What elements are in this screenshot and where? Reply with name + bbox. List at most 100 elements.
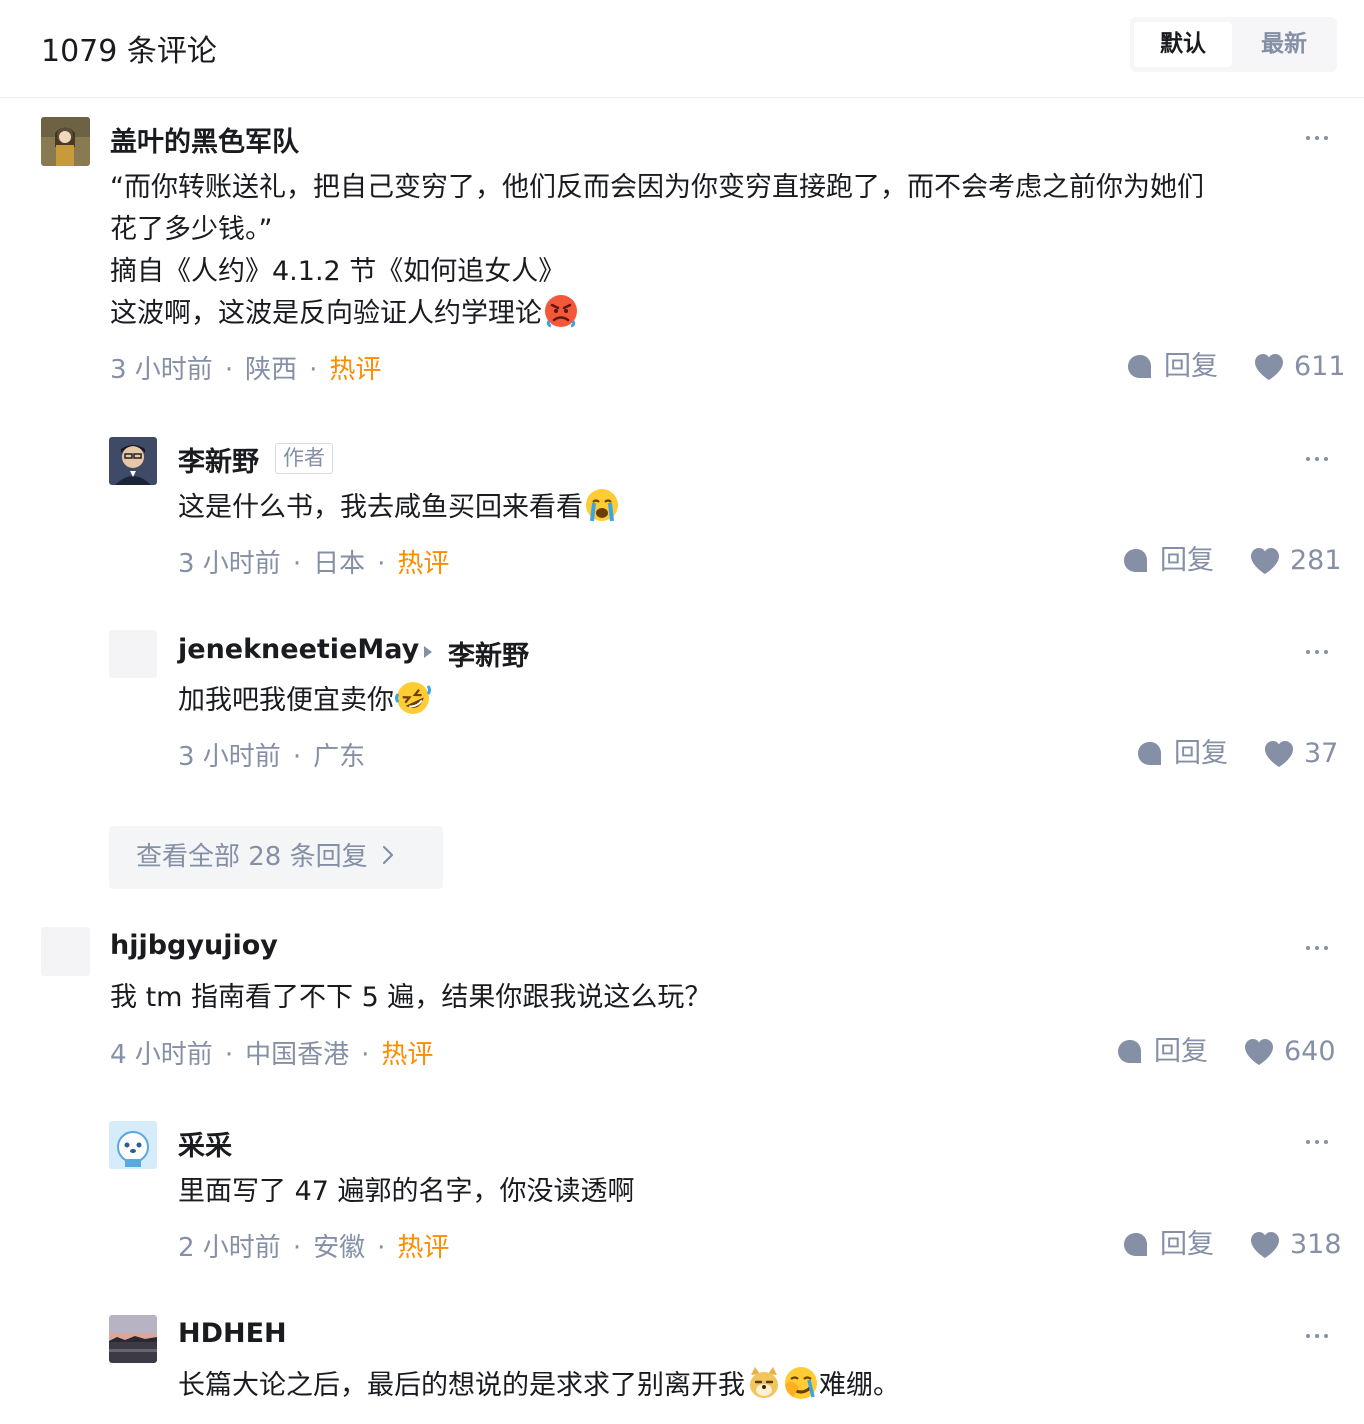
comment-bubble-icon: [1138, 742, 1161, 765]
comment-line: 花了多少钱。”: [110, 214, 273, 245]
comment-line: 这波啊，这波是反向验证人约学理论: [110, 293, 1340, 335]
comment-line: “而你转账送礼，把自己变穷了，他们反而会因为你变穷直接跑了，而不会考虑之前你为她…: [110, 172, 1204, 203]
rofl-emoji: [395, 680, 431, 716]
comment-location: 广东: [313, 742, 366, 772]
reply-button[interactable]: 回复: [1136, 737, 1228, 771]
heart-icon: [1245, 1039, 1273, 1065]
reply-label: 回复: [1164, 351, 1218, 382]
like-button[interactable]: 611: [1254, 350, 1346, 384]
like-count: 318: [1290, 1229, 1342, 1260]
reply-label: 回复: [1154, 1036, 1208, 1067]
hot-comment-badge: 热评: [381, 1040, 434, 1070]
comment-author[interactable]: jeneknee​tieMay: [178, 634, 419, 665]
comment-text: 里面写了 47 遍郭的名字，你没读透啊: [178, 1176, 635, 1207]
avatar[interactable]: [41, 927, 90, 976]
view-all-replies-button[interactable]: 查看全部 28 条回复: [109, 826, 443, 889]
comment-text-tail: 难绷。: [819, 1370, 900, 1401]
avatar[interactable]: [109, 1315, 157, 1363]
heart-icon: [1265, 741, 1293, 767]
comment-meta: 2 小时前 · 安徽 · 热评: [178, 1233, 450, 1263]
comment-meta: 3 小时前 · 广东: [178, 742, 366, 772]
like-button[interactable]: 640: [1244, 1035, 1336, 1069]
more-icon[interactable]: [1306, 136, 1330, 142]
angry-face-emoji: [543, 293, 579, 329]
comment-content: “而你转账送礼，把自己变穷了，他们反而会因为你变穷直接跑了，而不会考虑之前你为她…: [110, 167, 1340, 335]
comment-time: 3 小时前: [110, 355, 213, 385]
comment-author[interactable]: HDHEH: [178, 1318, 287, 1349]
comment-location: 陕西: [245, 355, 298, 385]
reply-button[interactable]: 回复: [1126, 350, 1218, 384]
comment-time: 3 小时前: [178, 549, 281, 579]
comment-location: 日本: [313, 549, 366, 579]
sort-default-button[interactable]: 默认: [1134, 22, 1232, 67]
like-button[interactable]: 37: [1264, 737, 1338, 771]
comment-location: 安徽: [313, 1233, 366, 1263]
reply-button[interactable]: 回复: [1116, 1035, 1208, 1069]
comment-content: 长篇大论之后，最后的想说的是求求了别离开我 难绷。: [178, 1365, 900, 1407]
comment-content: 这是什么书，我去咸鱼买回来看看: [178, 487, 620, 529]
sort-latest-button[interactable]: 最新: [1235, 22, 1333, 67]
crying-face-emoji: [584, 487, 620, 523]
comment-text: 这是什么书，我去咸鱼买回来看看: [178, 492, 583, 523]
like-button[interactable]: 318: [1250, 1228, 1342, 1262]
comment-line-text: 这波啊，这波是反向验证人约学理论: [110, 298, 542, 329]
view-all-replies-label: 查看全部 28 条回复: [136, 842, 368, 872]
heart-icon: [1251, 548, 1279, 574]
facepalm-cry-emoji: [783, 1365, 819, 1401]
comment-time: 4 小时前: [110, 1040, 213, 1070]
chevron-right-icon: [382, 826, 394, 889]
comment-text: 加我吧我便宜卖你: [178, 685, 394, 716]
more-icon[interactable]: [1306, 650, 1330, 656]
hot-comment-badge: 热评: [397, 1233, 450, 1263]
doge-emoji: [746, 1365, 782, 1401]
reply-button[interactable]: 回复: [1122, 544, 1214, 578]
comment-content: 里面写了 47 遍郭的名字，你没读透啊: [178, 1171, 635, 1213]
hot-comment-badge: 热评: [397, 549, 450, 579]
comment-text: 我 tm 指南看了不下 5 遍，结果你跟我说这么玩？: [110, 982, 712, 1013]
like-count: 611: [1294, 351, 1346, 382]
comment-author[interactable]: 盖叶的黑色军队: [110, 120, 299, 159]
comment-bubble-icon: [1128, 355, 1151, 378]
reply-label: 回复: [1160, 545, 1214, 576]
avatar[interactable]: [109, 1121, 157, 1169]
comment-count-title: 1079 条评论: [41, 34, 217, 69]
comment-meta: 3 小时前 · 陕西 · 热评: [110, 355, 382, 385]
comment-author[interactable]: 采采: [178, 1124, 232, 1163]
more-icon[interactable]: [1306, 457, 1330, 463]
sort-toggle: 默认 最新: [1130, 17, 1337, 72]
comment-bubble-icon: [1124, 1233, 1147, 1256]
comments-header: 1079 条评论 默认 最新: [0, 0, 1364, 98]
comment-content: 我 tm 指南看了不下 5 遍，结果你跟我说这么玩？: [110, 977, 711, 1019]
hot-comment-badge: 热评: [329, 355, 382, 385]
more-icon[interactable]: [1306, 1334, 1330, 1340]
avatar[interactable]: [109, 630, 157, 678]
comment-meta: 3 小时前 · 日本 · 热评: [178, 549, 450, 579]
comment-location: 中国香港: [245, 1040, 350, 1070]
like-count: 37: [1304, 738, 1339, 769]
avatar[interactable]: [41, 117, 90, 166]
comment-time: 2 小时前: [178, 1233, 281, 1263]
avatar[interactable]: [109, 437, 157, 485]
author-badge: 作者: [275, 443, 333, 474]
like-count: 640: [1284, 1036, 1336, 1067]
comment-line: 摘自《人约》4.1.2 节《如何追女人》: [110, 256, 566, 287]
heart-icon: [1255, 354, 1283, 380]
comment-author[interactable]: hjjbgyujioy: [110, 930, 278, 961]
heart-icon: [1251, 1232, 1279, 1258]
comment-bubble-icon: [1118, 1040, 1141, 1063]
like-button[interactable]: 281: [1250, 544, 1342, 578]
comment-meta: 4 小时前 · 中国香港 · 热评: [110, 1040, 434, 1070]
comment-author[interactable]: 李新野: [178, 440, 259, 479]
reply-to-author[interactable]: 李新野: [448, 634, 529, 673]
more-icon[interactable]: [1306, 1140, 1330, 1146]
reply-label: 回复: [1174, 738, 1228, 769]
like-count: 281: [1290, 545, 1342, 576]
more-icon[interactable]: [1306, 946, 1330, 952]
comment-time: 3 小时前: [178, 742, 281, 772]
reply-button[interactable]: 回复: [1122, 1228, 1214, 1262]
comment-bubble-icon: [1124, 549, 1147, 572]
reply-to-arrow-icon: [424, 646, 432, 658]
comment-text: 长篇大论之后，最后的想说的是求求了别离开我: [178, 1370, 745, 1401]
reply-label: 回复: [1160, 1229, 1214, 1260]
comment-content: 加我吧我便宜卖你: [178, 680, 431, 722]
